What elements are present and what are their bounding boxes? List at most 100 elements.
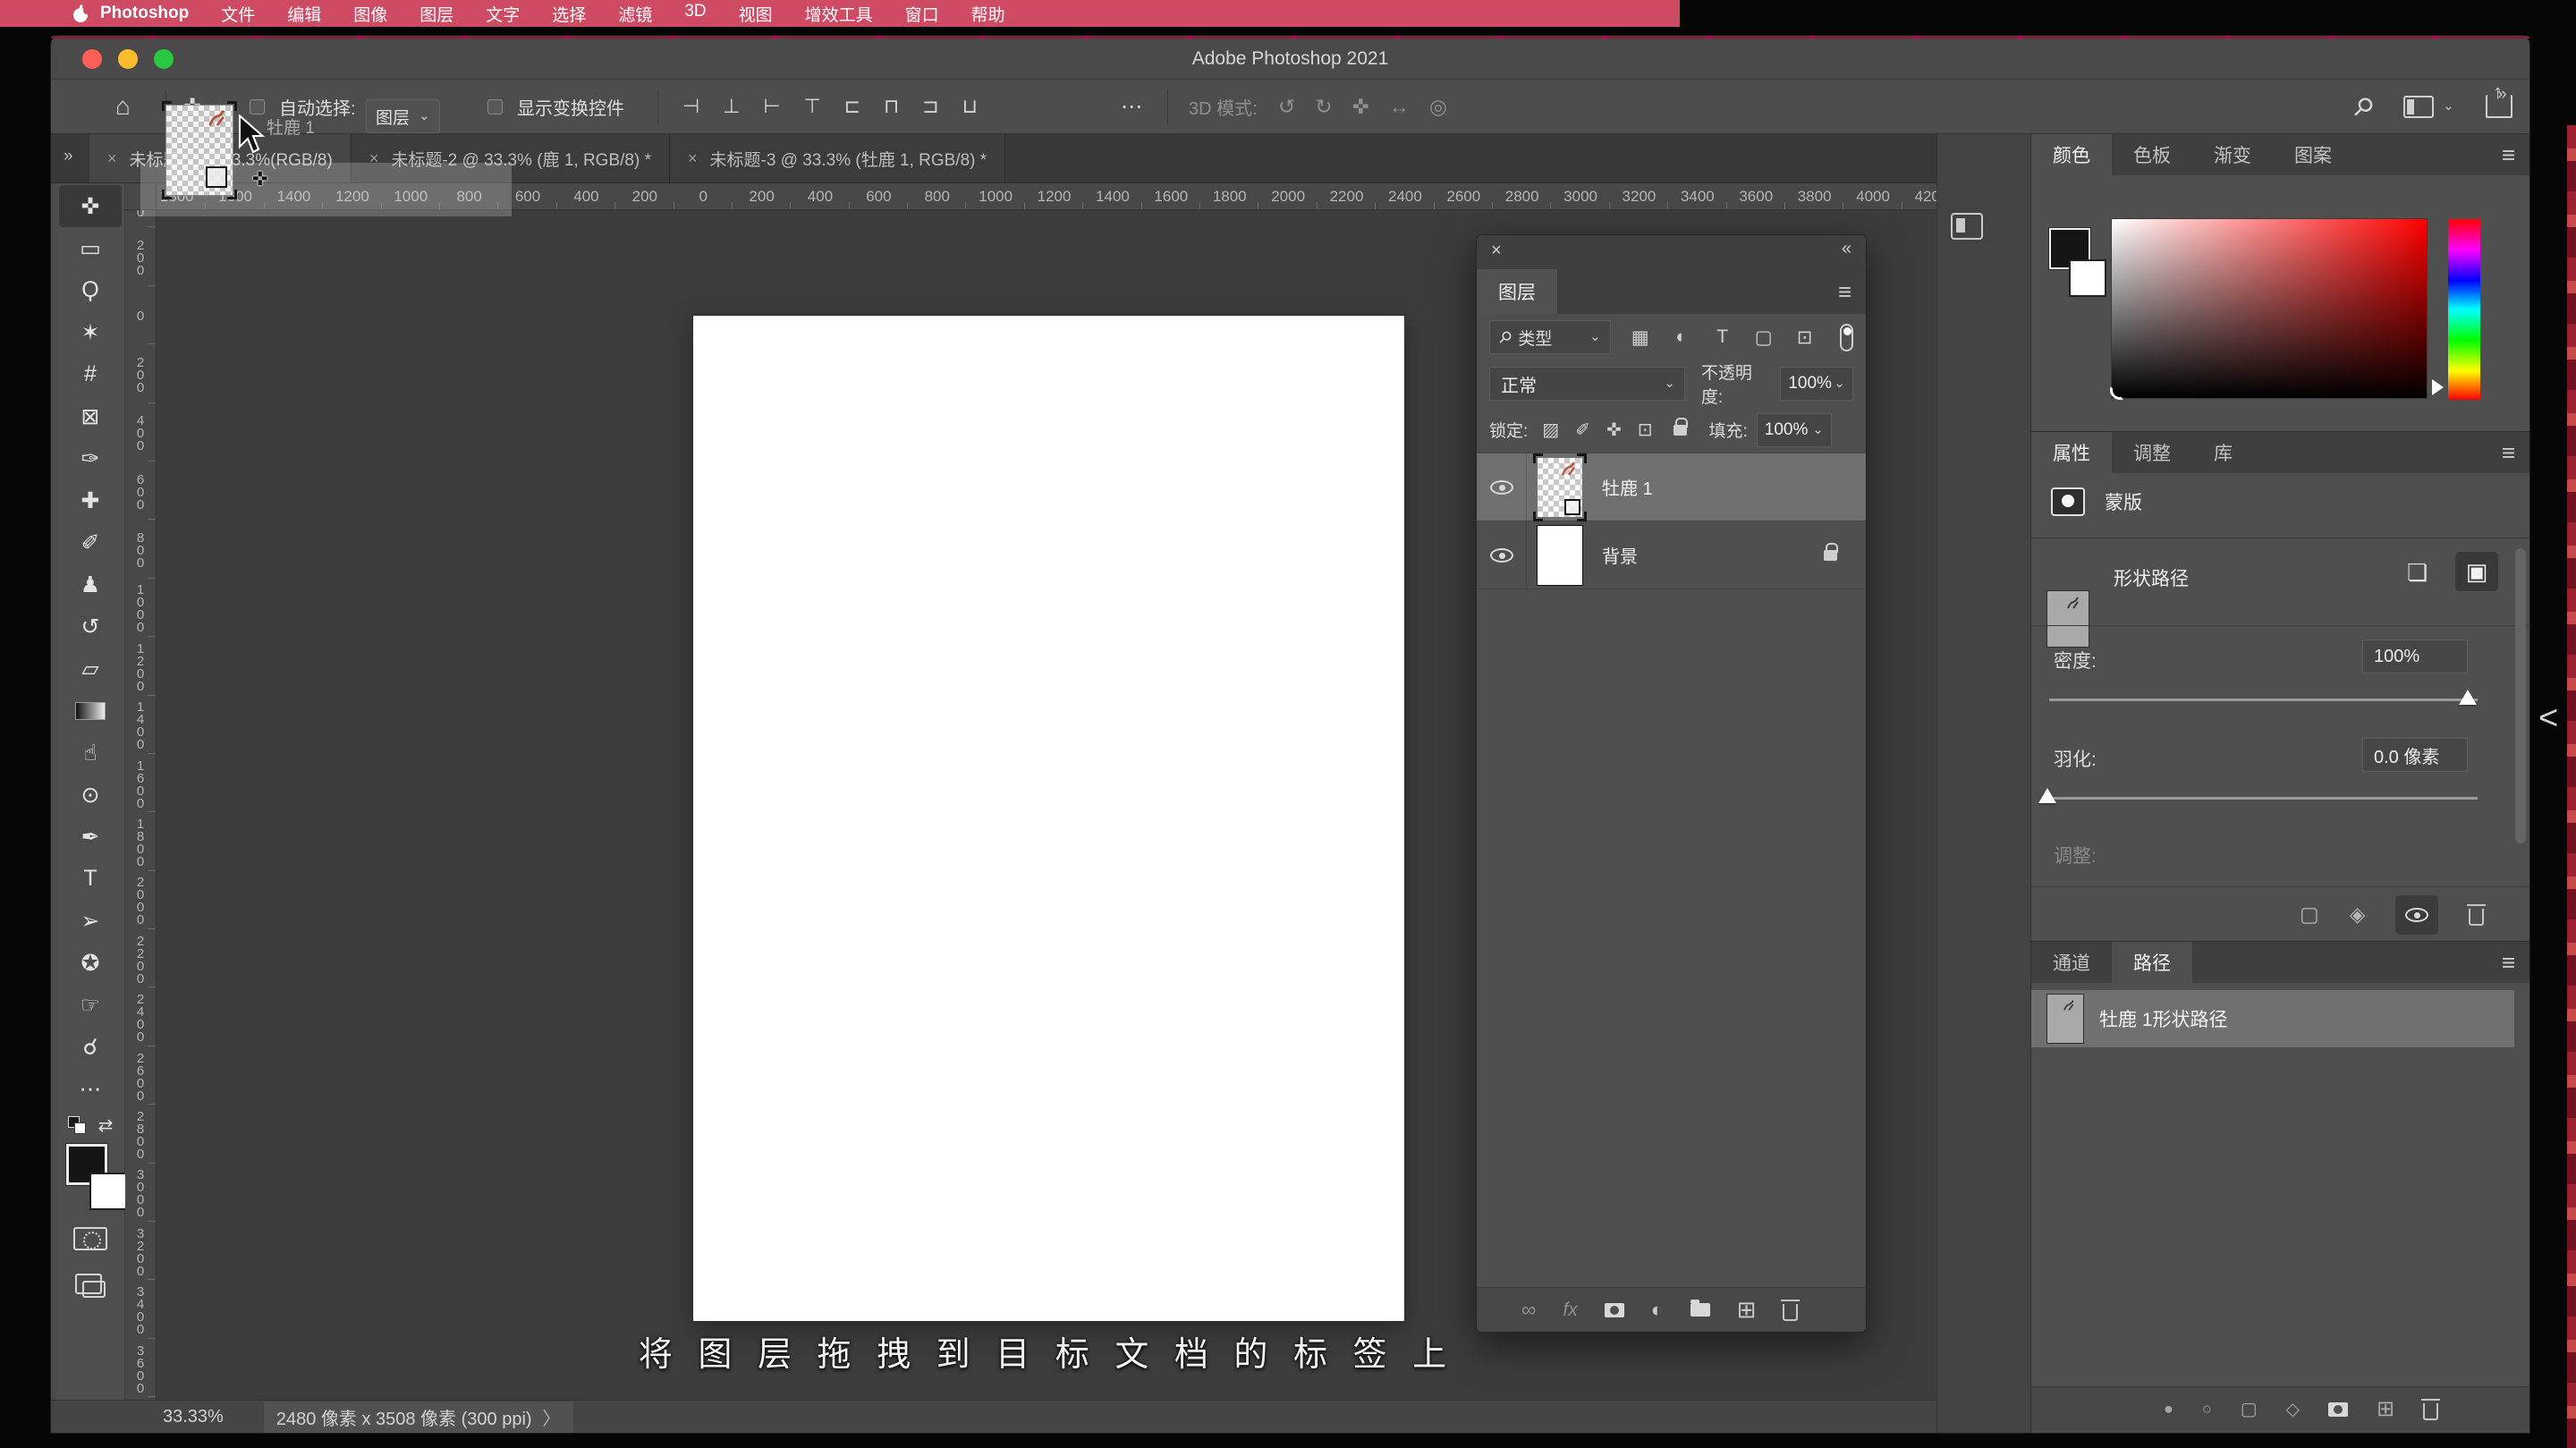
align-top-edges-icon[interactable]: ⊏ — [844, 95, 860, 118]
panel-menu-icon[interactable]: ≡ — [2502, 949, 2515, 977]
magic-wand-tool[interactable]: ✶ — [59, 311, 122, 353]
apply-mask-icon[interactable]: ◈ — [2350, 902, 2366, 927]
default-colors-icon[interactable] — [67, 1116, 86, 1134]
panel-menu-icon[interactable]: ≡ — [1838, 278, 1852, 306]
add-mask-icon[interactable] — [2328, 1401, 2349, 1417]
mask-visibility-button[interactable] — [2395, 894, 2439, 935]
menu-item[interactable]: 窗口 — [905, 2, 939, 26]
pen-tool[interactable]: ✒ — [59, 816, 122, 858]
align-v-centers-icon[interactable]: ⊤ — [804, 95, 821, 118]
lock-artboard-icon[interactable]: ⊡ — [1638, 419, 1653, 441]
density-slider[interactable] — [2049, 699, 2478, 701]
chevron-right-icon[interactable]: 〉 — [543, 1404, 561, 1430]
shape-path-thumbnail[interactable] — [2047, 591, 2089, 647]
document-canvas[interactable] — [693, 316, 1404, 1321]
close-icon[interactable]: × — [688, 149, 698, 168]
color-field[interactable] — [2110, 219, 2427, 400]
minimize-window-button[interactable] — [118, 49, 138, 69]
background-color-swatch[interactable] — [2069, 259, 2106, 297]
filter-shape-icon[interactable]: ▢ — [1743, 326, 1784, 349]
menu-item[interactable]: 帮助 — [971, 2, 1005, 26]
feather-slider-thumb[interactable] — [2038, 788, 2056, 803]
clone-stamp-tool[interactable]: ♟ — [59, 563, 122, 605]
lock-position-icon[interactable]: ✜ — [1606, 419, 1622, 441]
eraser-tool[interactable]: ▱ — [59, 648, 122, 690]
screen-mode-button[interactable] — [59, 1262, 122, 1308]
menu-item[interactable]: 编辑 — [287, 2, 321, 26]
filter-pixel-icon[interactable]: ▦ — [1620, 326, 1661, 349]
vertical-ruler[interactable]: 4002000200400600800100012001400160018002… — [125, 210, 157, 1400]
filter-toggle[interactable] — [1839, 323, 1853, 351]
hand-tool[interactable]: ☞ — [59, 984, 122, 1026]
zoom-tool[interactable]: ☌ — [59, 1026, 122, 1068]
work-path-icon[interactable]: ◇ — [2286, 1398, 2300, 1420]
tab-color[interactable]: 颜色 — [2031, 134, 2112, 175]
close-icon[interactable]: × — [1491, 241, 1502, 261]
collapsed-panel-icon[interactable] — [1951, 213, 1983, 240]
marquee-tool[interactable]: ▭ — [59, 227, 122, 269]
new-path-icon[interactable]: ⊞ — [2377, 1396, 2394, 1422]
vector-mask-icon[interactable]: ▣ — [2455, 552, 2498, 591]
hue-slider-thumb[interactable] — [2432, 379, 2444, 395]
layer-visibility-toggle[interactable] — [1477, 453, 1527, 521]
zoom-level[interactable]: 33.33% — [163, 1407, 224, 1427]
lock-all-icon[interactable] — [1674, 417, 1689, 436]
healing-brush-tool[interactable]: ✚ — [59, 479, 122, 521]
tab-layers[interactable]: 图层 — [1477, 269, 1557, 314]
filter-type-icon[interactable]: T — [1702, 326, 1743, 349]
new-layer-icon[interactable]: ⊞ — [1737, 1296, 1757, 1324]
stroke-path-icon[interactable]: ○ — [2202, 1400, 2212, 1418]
dock-expand-icon[interactable]: » — [2497, 85, 2507, 105]
swap-colors-icon[interactable]: ⇄ — [98, 1114, 114, 1137]
document-info[interactable]: 2480 像素 x 3508 像素 (300 ppi) 〉 — [263, 1401, 573, 1433]
menu-item[interactable]: 视图 — [739, 2, 773, 26]
type-tool[interactable]: T — [59, 858, 122, 900]
dock-collapse-left-icon[interactable]: < — [2538, 699, 2558, 738]
tab-channels[interactable]: 通道 — [2031, 942, 2112, 983]
distribute-v-icon[interactable]: ⊔ — [962, 95, 978, 118]
shape-tool[interactable]: ✪ — [59, 942, 122, 984]
close-window-button[interactable] — [82, 49, 102, 69]
link-layers-icon[interactable]: ∞ — [1521, 1298, 1536, 1322]
tab-swatches[interactable]: 色板 — [2112, 134, 2192, 175]
layer-filter-dropdown[interactable]: ⚲ 类型 ⌄ — [1489, 320, 1611, 354]
menu-item[interactable]: 文字 — [486, 2, 520, 26]
brush-tool[interactable]: ✐ — [59, 521, 122, 563]
more-tools[interactable]: ⋯ — [59, 1068, 122, 1110]
panel-menu-icon[interactable]: ≡ — [2502, 141, 2515, 169]
foreground-background-swatches[interactable] — [59, 1140, 127, 1215]
menu-item[interactable]: 滤镜 — [618, 2, 652, 26]
tab-paths[interactable]: 路径 — [2112, 942, 2192, 983]
align-right-edges-icon[interactable]: ⊢ — [763, 95, 780, 118]
panel-menu-icon[interactable]: ≡ — [2502, 439, 2515, 467]
feather-field[interactable]: 0.0 像素 — [2362, 738, 2468, 772]
history-brush-tool[interactable]: ↺ — [59, 605, 122, 648]
document-tab-3[interactable]: × 未标题-3 @ 33.3% (牡鹿 1, RGB/8) * — [669, 134, 1006, 182]
align-h-centers-icon[interactable]: ⊥ — [723, 95, 740, 118]
delete-path-icon[interactable] — [2421, 1398, 2441, 1420]
color-picker-cursor[interactable] — [2110, 385, 2124, 400]
menu-item[interactable]: 图层 — [419, 2, 453, 26]
layer-thumbnail[interactable] — [1538, 525, 1582, 585]
path-row[interactable]: 牡鹿 1形状路径 — [2031, 990, 2514, 1047]
lasso-tool[interactable]: Ϙ — [59, 269, 122, 311]
fill-field[interactable]: 100% ⌄ — [1756, 412, 1832, 447]
zoom-window-button[interactable] — [154, 49, 174, 69]
tab-gradients[interactable]: 渐变 — [2192, 134, 2273, 175]
menu-item[interactable]: 3D — [684, 2, 706, 26]
background-color-swatch[interactable] — [89, 1173, 127, 1210]
filter-adjustment-icon[interactable]: ◐ — [1661, 326, 1702, 349]
scrollbar[interactable] — [2515, 548, 2526, 843]
delete-layer-icon[interactable] — [1781, 1299, 1801, 1321]
show-transform-checkbox[interactable] — [487, 80, 503, 133]
menu-item[interactable]: 图像 — [353, 2, 387, 26]
search-icon[interactable]: ⚲ — [2347, 80, 2379, 133]
new-group-icon[interactable] — [1690, 1300, 1710, 1317]
lock-paint-icon[interactable]: ✐ — [1575, 419, 1590, 441]
add-layer-mask-icon[interactable] — [1604, 1302, 1624, 1317]
menu-item[interactable]: 文件 — [221, 2, 255, 26]
crop-tool[interactable]: # — [59, 353, 122, 395]
layer-thumbnail[interactable] — [1533, 453, 1587, 521]
menu-app[interactable]: Photoshop — [100, 4, 189, 23]
home-icon[interactable]: ⌂ — [115, 80, 131, 133]
